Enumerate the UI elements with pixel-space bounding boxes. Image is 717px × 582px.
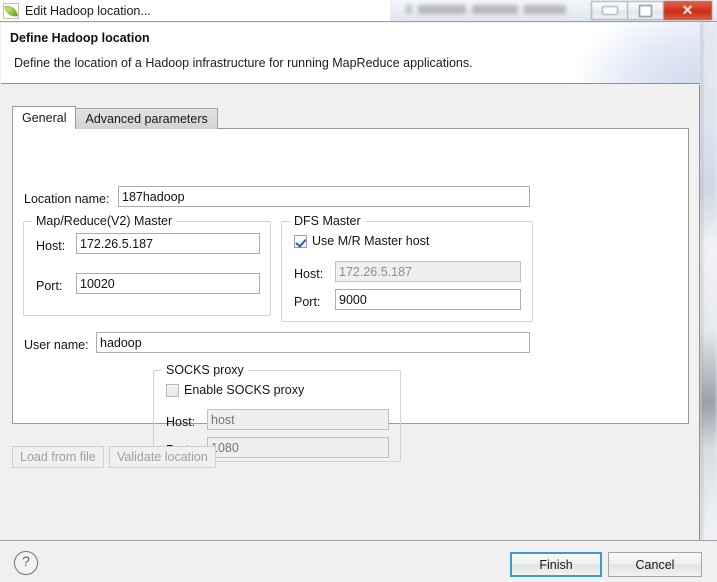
tab-advanced-parameters[interactable]: Advanced parameters xyxy=(75,108,218,129)
mr-port-label: Port: xyxy=(36,279,63,293)
hadoop-elephant-icon xyxy=(3,3,19,19)
dfs-host-input xyxy=(335,261,521,282)
mapreduce-master-group-title: Map/Reduce(V2) Master xyxy=(32,214,177,228)
user-name-input[interactable] xyxy=(96,332,530,353)
tab-panel-general: Location name: Map/Reduce(V2) Master Hos… xyxy=(12,128,689,462)
mr-host-label: Host: xyxy=(36,239,66,253)
user-name-label: User name: xyxy=(24,338,89,352)
background-window-title-blurred xyxy=(406,5,606,14)
maximize-button[interactable] xyxy=(628,1,664,20)
dialog-body: General Advanced parameters Location nam… xyxy=(0,85,700,540)
socks-host-label: Host: xyxy=(166,415,196,429)
dfs-master-group: DFS Master Use M/R Master host Host: Por… xyxy=(281,214,533,322)
tab-general[interactable]: General xyxy=(12,106,77,129)
background-window: ✕ xyxy=(390,0,717,22)
page-description: Define the location of a Hadoop infrastr… xyxy=(14,56,473,70)
maximize-icon xyxy=(639,4,652,17)
location-name-input[interactable] xyxy=(118,186,530,207)
dfs-port-input[interactable] xyxy=(335,289,521,310)
window-controls: ✕ xyxy=(591,1,712,20)
enable-socks-proxy-checkbox[interactable] xyxy=(166,383,179,397)
location-name-label: Location name: xyxy=(24,192,110,206)
minimize-icon xyxy=(601,6,618,15)
minimize-button[interactable] xyxy=(591,1,628,20)
enable-socks-proxy-checkbox-row[interactable]: Enable SOCKS proxy xyxy=(166,383,304,397)
dialog-titlebar: Edit Hadoop location... xyxy=(0,0,390,22)
close-button[interactable]: ✕ xyxy=(664,1,712,20)
mapreduce-master-group: Map/Reduce(V2) Master Host: Port: xyxy=(23,214,271,316)
mr-port-input[interactable] xyxy=(76,273,260,294)
enable-socks-proxy-label: Enable SOCKS proxy xyxy=(184,383,305,397)
close-icon: ✕ xyxy=(681,2,694,18)
dfs-host-label: Host: xyxy=(294,267,324,281)
load-from-file-button[interactable]: Load from file xyxy=(12,446,104,468)
socks-port-input xyxy=(207,437,389,458)
use-mr-master-host-checkbox-row[interactable]: Use M/R Master host xyxy=(294,234,429,248)
titlebar-divider xyxy=(0,21,717,22)
finish-button[interactable]: Finish xyxy=(510,552,602,577)
cancel-button[interactable]: Cancel xyxy=(608,552,702,577)
dfs-port-label: Port: xyxy=(294,295,321,309)
tab-general-label: General xyxy=(22,111,67,125)
help-icon[interactable]: ? xyxy=(14,551,38,575)
dialog-window: ✕ Edit Hadoop location... Define Hadoop … xyxy=(0,0,717,582)
dfs-master-group-title: DFS Master xyxy=(290,214,365,228)
tab-bar: General Advanced parameters xyxy=(12,106,218,129)
leaf-shape xyxy=(4,4,18,18)
validate-location-button[interactable]: Validate location xyxy=(109,446,216,468)
socks-host-input xyxy=(207,409,389,430)
background-window-edge xyxy=(700,22,717,582)
tab-advanced-parameters-label: Advanced parameters xyxy=(85,112,208,126)
dialog-footer: ? Finish Cancel xyxy=(0,540,717,582)
use-mr-master-host-label: Use M/R Master host xyxy=(312,234,430,248)
socks-proxy-group-title: SOCKS proxy xyxy=(162,363,248,377)
dialog-header: Define Hadoop location Define the locati… xyxy=(1,23,700,84)
dialog-title: Edit Hadoop location... xyxy=(25,4,151,18)
mr-host-input[interactable] xyxy=(76,233,260,254)
use-mr-master-host-checkbox[interactable] xyxy=(294,234,307,248)
page-title: Define Hadoop location xyxy=(10,31,150,45)
